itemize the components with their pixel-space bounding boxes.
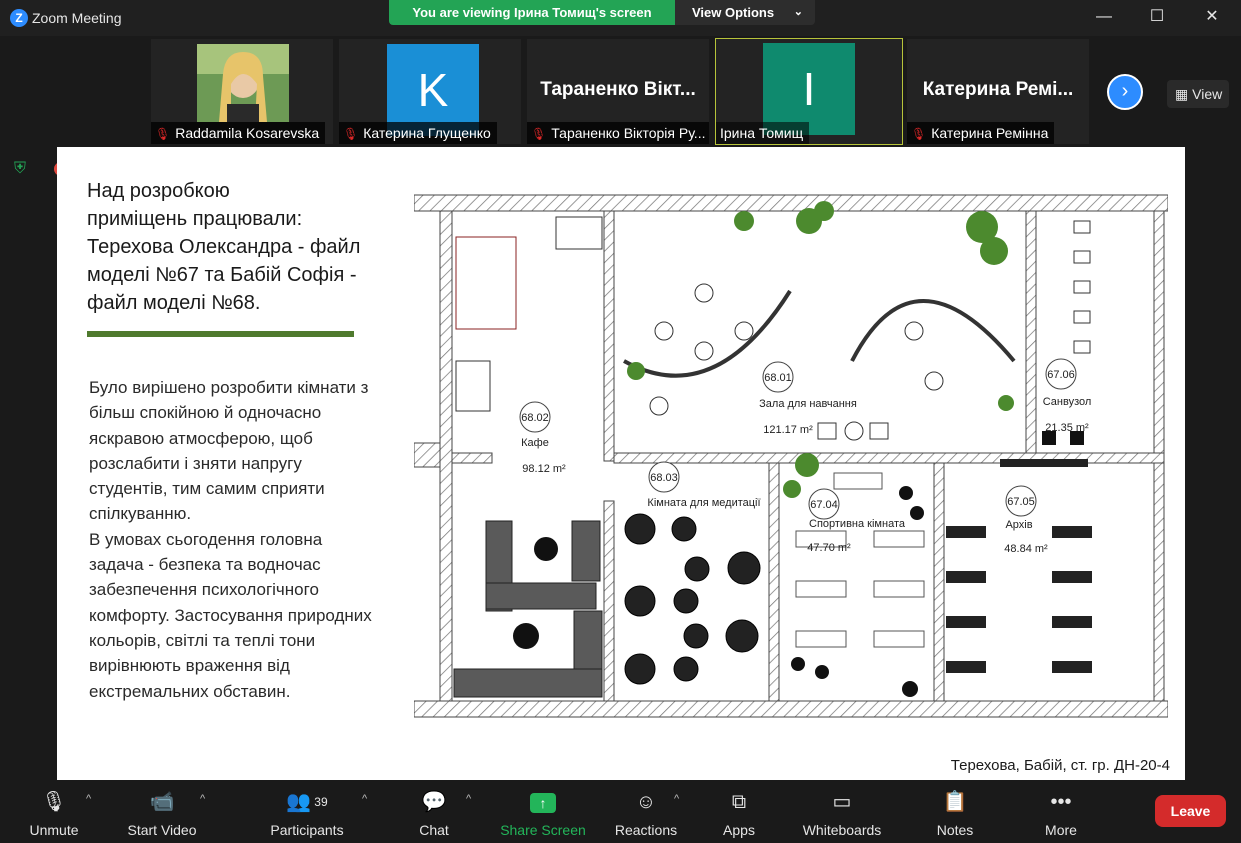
room-area: 47.70 m² — [807, 542, 851, 554]
room-number: 67.06 — [1047, 369, 1075, 381]
room-area: 48.84 m² — [1004, 543, 1048, 555]
room-name: Санвузол — [1043, 396, 1092, 408]
minimize-icon[interactable]: — — [1090, 5, 1118, 29]
leave-button[interactable]: Leave — [1155, 795, 1226, 827]
chat-button[interactable]: 💬 Chat — [414, 788, 454, 838]
participants-options-caret[interactable]: ^ — [362, 793, 367, 805]
slide-body-text: Було вирішено розробити кімнати з більш … — [89, 378, 372, 701]
more-icon: ••• — [1050, 791, 1072, 813]
reactions-options-caret[interactable]: ^ — [674, 793, 679, 805]
room-area: 21.35 m² — [1045, 422, 1089, 434]
room-number: 68.02 — [521, 412, 549, 424]
participant-tile[interactable]: Тараненко Вікт... 🎙 Тараненко Вікторія Ру… — [527, 39, 709, 144]
more-button[interactable]: ••• More — [1040, 788, 1082, 838]
view-options-button[interactable]: View Options ⌄ — [675, 0, 815, 25]
participant-name: Ірина Томищ — [716, 122, 810, 144]
chat-icon: 💬 — [421, 791, 447, 813]
room-name: Спортивна кімната — [809, 518, 906, 530]
participant-tile[interactable]: Катерина Ремі... 🎙 Катерина Ремінна — [907, 39, 1089, 144]
share-screen-button[interactable]: ↑ Share Screen — [500, 788, 586, 838]
participant-strip: 🎙 Raddamila Kosarevska K 🎙 Катерина Глущен… — [0, 36, 1241, 146]
participants-button[interactable]: 👥 39 Participants — [266, 788, 348, 838]
chevron-down-icon: ⌄ — [793, 6, 803, 18]
next-page-button[interactable]: › — [1107, 74, 1143, 110]
participants-icon: 👥 39 — [286, 791, 328, 813]
maximize-icon[interactable]: ☐ — [1143, 5, 1171, 29]
mic-muted-icon: 🎙 — [41, 791, 67, 813]
grid-icon: ▦ — [1175, 86, 1193, 102]
heading-divider — [87, 331, 354, 337]
video-options-caret[interactable]: ^ — [200, 793, 205, 805]
participant-name: 🎙 Катерина Глущенко — [339, 122, 497, 144]
mic-muted-icon: 🎙 — [911, 127, 927, 141]
mic-muted-icon: 🎙 — [155, 127, 171, 141]
slide-heading: Над розробкою приміщень працювали: Терех… — [87, 180, 361, 314]
start-video-button[interactable]: 📹 Start Video — [122, 788, 202, 838]
participant-tile[interactable]: K 🎙 Катерина Глущенко — [339, 39, 521, 144]
room-number: 68.01 — [764, 372, 792, 384]
room-number: 68.03 — [650, 472, 678, 484]
room-name: Кімната для медитації — [647, 497, 760, 509]
mic-muted-icon: 🎙 — [343, 127, 359, 141]
slide-footer: Терехова, Бабій, ст. гр. ДН-20-4 — [950, 757, 1170, 774]
participant-tile-active[interactable]: І Ірина Томищ — [715, 38, 903, 145]
video-off-icon: 📹 — [149, 791, 175, 813]
floor-plan: 68.02 Кафе 98.12 m² 68.01 Зала для навча… — [414, 194, 1168, 718]
reactions-icon: ☺ — [635, 791, 657, 813]
shared-screen: Над розробкою приміщень працювали: Терех… — [57, 147, 1185, 780]
shield-check-icon[interactable]: ⛨ — [14, 160, 34, 180]
participant-display-name: Тараненко Вікт... — [540, 79, 696, 100]
zoom-logo-icon: Z — [10, 9, 28, 27]
apps-icon: ⧉ — [731, 791, 747, 813]
whiteboards-button[interactable]: ▭ Whiteboards — [800, 788, 884, 838]
reactions-button[interactable]: ☺ Reactions — [612, 788, 680, 838]
room-number: 67.05 — [1007, 496, 1035, 508]
room-number: 67.04 — [810, 499, 838, 511]
room-area: 98.12 m² — [522, 463, 566, 475]
room-name: Зала для навчання — [759, 398, 857, 410]
participant-name: 🎙 Тараненко Вікторія Ру... — [527, 122, 709, 144]
close-icon[interactable]: ✕ — [1198, 5, 1226, 29]
meeting-toolbar: 🎙 Unmute ^ 📹 Start Video ^ 👥 39 Participa… — [0, 780, 1241, 843]
share-screen-icon: ↑ — [500, 788, 586, 816]
window-titlebar: Z Zoom Meeting You are viewing Ірина Том… — [0, 0, 1241, 36]
participant-display-name: Катерина Ремі... — [922, 79, 1074, 100]
audio-options-caret[interactable]: ^ — [86, 793, 91, 805]
room-name: Архів — [1005, 519, 1032, 531]
participants-count: 39 — [314, 795, 328, 809]
participant-name: 🎙 Катерина Ремінна — [907, 122, 1055, 144]
viewing-banner: You are viewing Ірина Томищ's screen — [389, 0, 675, 25]
chevron-right-icon: › — [1121, 80, 1129, 102]
participant-tile[interactable]: 🎙 Raddamila Kosarevska — [151, 39, 333, 144]
apps-button[interactable]: ⧉ Apps — [718, 788, 760, 838]
whiteboard-icon: ▭ — [832, 791, 852, 813]
view-options-label: View Options — [692, 5, 775, 20]
chat-options-caret[interactable]: ^ — [466, 793, 471, 805]
room-name: Кафе — [521, 437, 549, 449]
notes-icon: 📋 — [942, 791, 968, 813]
participant-name: 🎙 Raddamila Kosarevska — [151, 122, 326, 144]
participant-photo — [197, 44, 289, 122]
window-title: Zoom Meeting — [32, 10, 122, 26]
notes-button[interactable]: 📋 Notes — [934, 788, 976, 838]
unmute-button[interactable]: 🎙 Unmute — [28, 788, 80, 838]
room-area: 121.17 m² — [763, 424, 813, 436]
view-layout-button[interactable]: ▦ View — [1167, 80, 1229, 108]
mic-muted-icon: 🎙 — [531, 127, 547, 141]
